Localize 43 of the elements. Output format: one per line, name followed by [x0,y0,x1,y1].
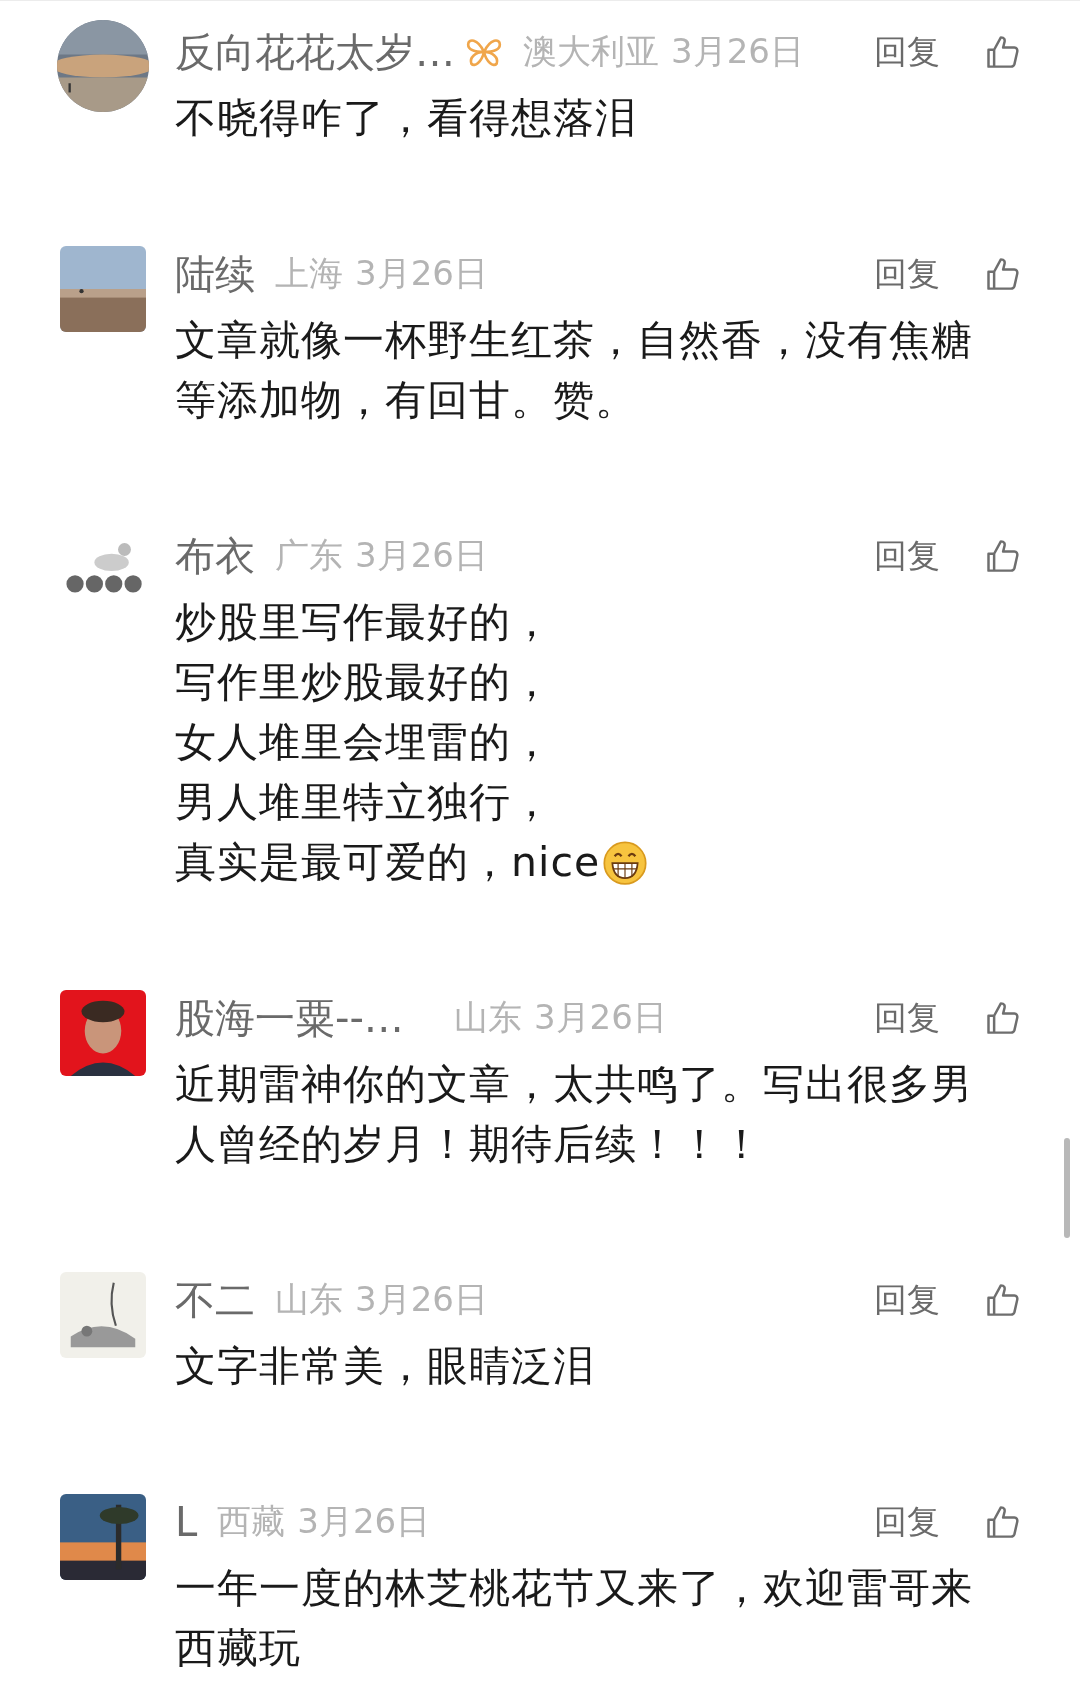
reply-link[interactable]: 回复 [874,1499,940,1545]
comment-text: 女人堆里会埋雷的， [175,716,553,768]
reply-link[interactable]: 回复 [874,533,940,579]
date-label: 3月26日 [355,252,488,295]
location-label: 山东 [275,1278,343,1321]
comment-text: 炒股里写作最好的， [175,596,553,648]
user-name[interactable]: L [175,1499,198,1545]
comment-text: 一年一度的林芝桃花节又来了，欢迎雷哥来 [175,1562,973,1614]
location-label: 山东 [453,996,522,1039]
reply-link[interactable]: 回复 [874,995,940,1041]
date-label: 3月26日 [355,534,488,577]
location-label: 澳大利亚 [523,30,659,73]
comment-text: 等添加物，有回甘。赞。 [175,374,637,426]
comment-text: 人曾经的岁月！期待后续！！！ [175,1118,763,1170]
like-icon[interactable] [984,256,1020,292]
comment-text: 不晓得咋了，看得想落泪 [175,92,637,144]
date-label: 3月26日 [533,996,667,1039]
like-icon[interactable] [984,1282,1020,1318]
user-name[interactable]: 陆续 [175,246,255,302]
user-name[interactable]: 股海一粟--… [175,990,404,1046]
user-name[interactable]: 反向花花太岁… [175,24,455,80]
like-icon[interactable] [984,538,1020,574]
reply-link[interactable]: 回复 [874,251,940,297]
comment-text: 真实是最可爱的，nice [175,836,601,888]
date-label: 3月26日 [297,1500,431,1543]
user-name[interactable]: 不二 [175,1272,255,1328]
like-icon[interactable] [984,34,1020,70]
location-label: 上海 [275,252,343,295]
like-icon[interactable] [984,1504,1020,1540]
user-name[interactable]: 布衣 [175,528,255,584]
comment-text: 文字非常美，眼睛泛泪 [175,1340,595,1392]
comment-text: 写作里炒股最好的， [175,656,553,708]
reply-link[interactable]: 回复 [874,29,940,75]
comment-text: 西藏玩 [175,1622,301,1674]
date-label: 3月26日 [671,30,804,73]
comment-text: 文章就像一杯野生红茶，自然香，没有焦糖 [175,314,973,366]
like-icon[interactable] [984,1000,1020,1036]
date-label: 3月26日 [355,1278,488,1321]
location-label: 西藏 [217,1500,286,1543]
comment-text: 男人堆里特立独行， [175,776,553,828]
comment-text: 近期雷神你的文章，太共鸣了。写出很多男 [175,1058,973,1110]
reply-link[interactable]: 回复 [874,1277,940,1323]
location-label: 广东 [275,534,343,577]
